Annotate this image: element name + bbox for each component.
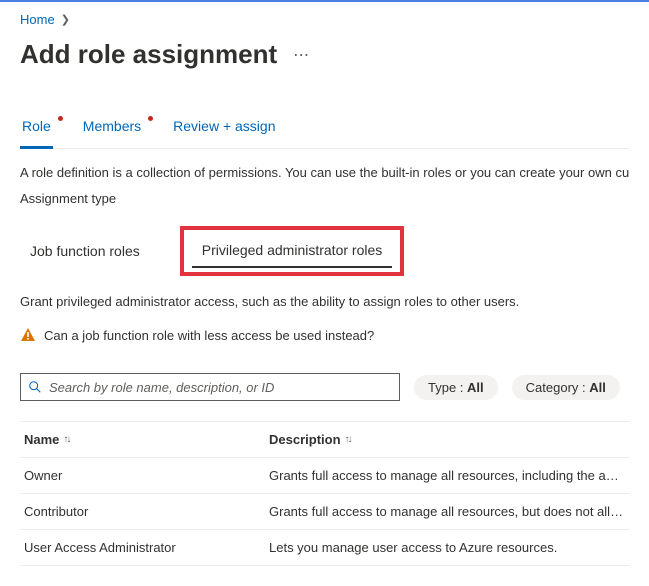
- indicator-dot-icon: [58, 116, 63, 121]
- highlighted-selection: Privileged administrator roles: [180, 226, 405, 276]
- search-icon: [28, 380, 42, 394]
- search-container: [20, 373, 400, 401]
- assignment-type-label: Assignment type: [20, 189, 629, 209]
- page-title: Add role assignment: [20, 39, 277, 70]
- main-tabs: Role Members Review + assign: [20, 112, 629, 149]
- privileged-description: Grant privileged administrator access, s…: [20, 294, 629, 309]
- tab-role[interactable]: Role: [20, 112, 53, 149]
- role-description-text: A role definition is a collection of per…: [20, 163, 629, 183]
- category-filter-button[interactable]: Category : All: [512, 375, 620, 400]
- sort-icon: ↑↓: [345, 434, 351, 445]
- more-actions-button[interactable]: ⋯: [293, 45, 311, 65]
- subtab-privileged-admin-roles[interactable]: Privileged administrator roles: [192, 234, 393, 268]
- breadcrumb-home[interactable]: Home: [20, 12, 55, 27]
- warning-icon: [20, 327, 36, 343]
- breadcrumb: Home ❯: [20, 12, 629, 27]
- table-row[interactable]: Contributor Grants full access to manage…: [20, 494, 629, 530]
- search-input[interactable]: [20, 373, 400, 401]
- subtab-job-function-roles[interactable]: Job function roles: [20, 235, 150, 267]
- role-desc-cell: Grants full access to manage all resourc…: [265, 458, 629, 493]
- warning-text: Can a job function role with less access…: [44, 328, 374, 343]
- indicator-dot-icon: [148, 116, 153, 121]
- warning-message: Can a job function role with less access…: [20, 327, 629, 343]
- tab-members[interactable]: Members: [81, 112, 143, 148]
- role-desc-cell: Lets you manage user access to Azure res…: [265, 530, 629, 565]
- tab-review-assign[interactable]: Review + assign: [171, 112, 277, 148]
- role-name-cell: User Access Administrator: [20, 530, 265, 565]
- role-name-cell: Contributor: [20, 494, 265, 529]
- column-header-description[interactable]: Description↑↓: [265, 422, 629, 457]
- roles-table: Name↑↓ Description↑↓ Owner Grants full a…: [20, 421, 629, 566]
- column-header-name[interactable]: Name↑↓: [20, 422, 265, 457]
- table-row[interactable]: User Access Administrator Lets you manag…: [20, 530, 629, 566]
- role-name-cell: Owner: [20, 458, 265, 493]
- chevron-right-icon: ❯: [61, 13, 70, 26]
- table-row[interactable]: Owner Grants full access to manage all r…: [20, 458, 629, 494]
- type-filter-button[interactable]: Type : All: [414, 375, 498, 400]
- assignment-type-tabs: Job function roles Privileged administra…: [20, 226, 629, 276]
- sort-icon: ↑↓: [63, 434, 69, 445]
- role-desc-cell: Grants full access to manage all resourc…: [265, 494, 629, 529]
